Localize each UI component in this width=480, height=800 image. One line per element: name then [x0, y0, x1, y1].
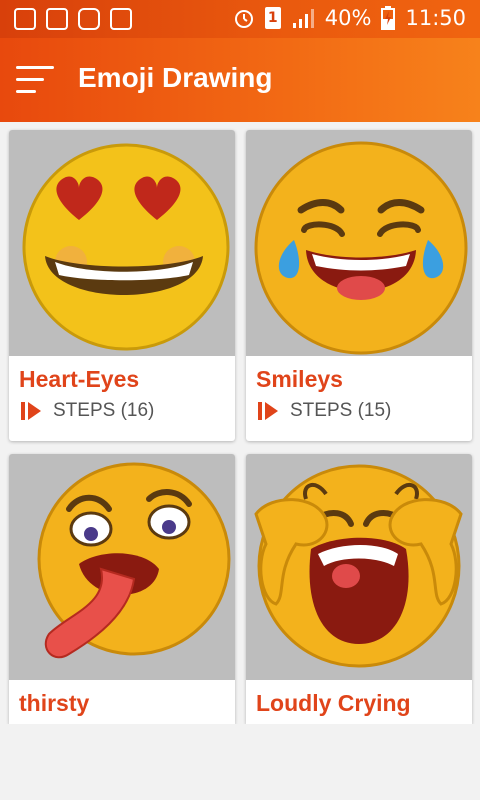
notification-icons [14, 8, 132, 30]
status-bar: 1 40% 11:50 [0, 0, 480, 38]
loudly-crying-emoji [254, 464, 463, 668]
card-image [9, 454, 235, 680]
emoji-card-thirsty[interactable]: thirsty [9, 454, 235, 724]
empty-bottom-area [0, 724, 480, 800]
card-image [9, 130, 235, 356]
card-image [246, 130, 472, 356]
emoji-card-loudly-crying[interactable]: Loudly Crying [246, 454, 472, 724]
instagram-icon [78, 8, 100, 30]
emoji-card-smileys[interactable]: Smileys STEPS (15) [246, 130, 472, 441]
clock: 11:50 [405, 6, 466, 30]
card-steps: STEPS (15) [246, 393, 472, 423]
thirsty-emoji [37, 462, 231, 659]
page-title: Emoji Drawing [78, 62, 273, 93]
play-steps-icon [21, 402, 41, 420]
heart-eyes-emoji [22, 143, 230, 351]
battery-percentage: 40% [324, 6, 372, 30]
gallery-icon [46, 8, 68, 30]
download-icon [110, 8, 132, 30]
card-title: Smileys [256, 366, 343, 392]
card-title: Heart-Eyes [19, 366, 140, 392]
notification-app-icon [14, 8, 36, 30]
tears-of-joy-emoji [254, 141, 468, 355]
battery-charging-icon [381, 6, 396, 30]
app-bar: Emoji Drawing [0, 38, 480, 122]
menu-button[interactable] [16, 66, 54, 96]
alarm-icon [234, 10, 253, 28]
card-steps: STEPS (16) [9, 393, 235, 423]
system-status: 1 40% 11:50 [233, 6, 466, 30]
play-steps-icon [258, 402, 278, 420]
signal-icon [292, 9, 314, 28]
steps-count: STEPS (15) [290, 400, 392, 421]
card-title: thirsty [19, 690, 90, 716]
menu-icon [16, 66, 54, 69]
card-title: Loudly Crying [256, 690, 411, 716]
emoji-card-heart-eyes[interactable]: Heart-Eyes STEPS (16) [9, 130, 235, 441]
sim-slot-icon: 1 [264, 7, 281, 29]
card-image [246, 454, 472, 680]
steps-count: STEPS (16) [53, 400, 155, 421]
